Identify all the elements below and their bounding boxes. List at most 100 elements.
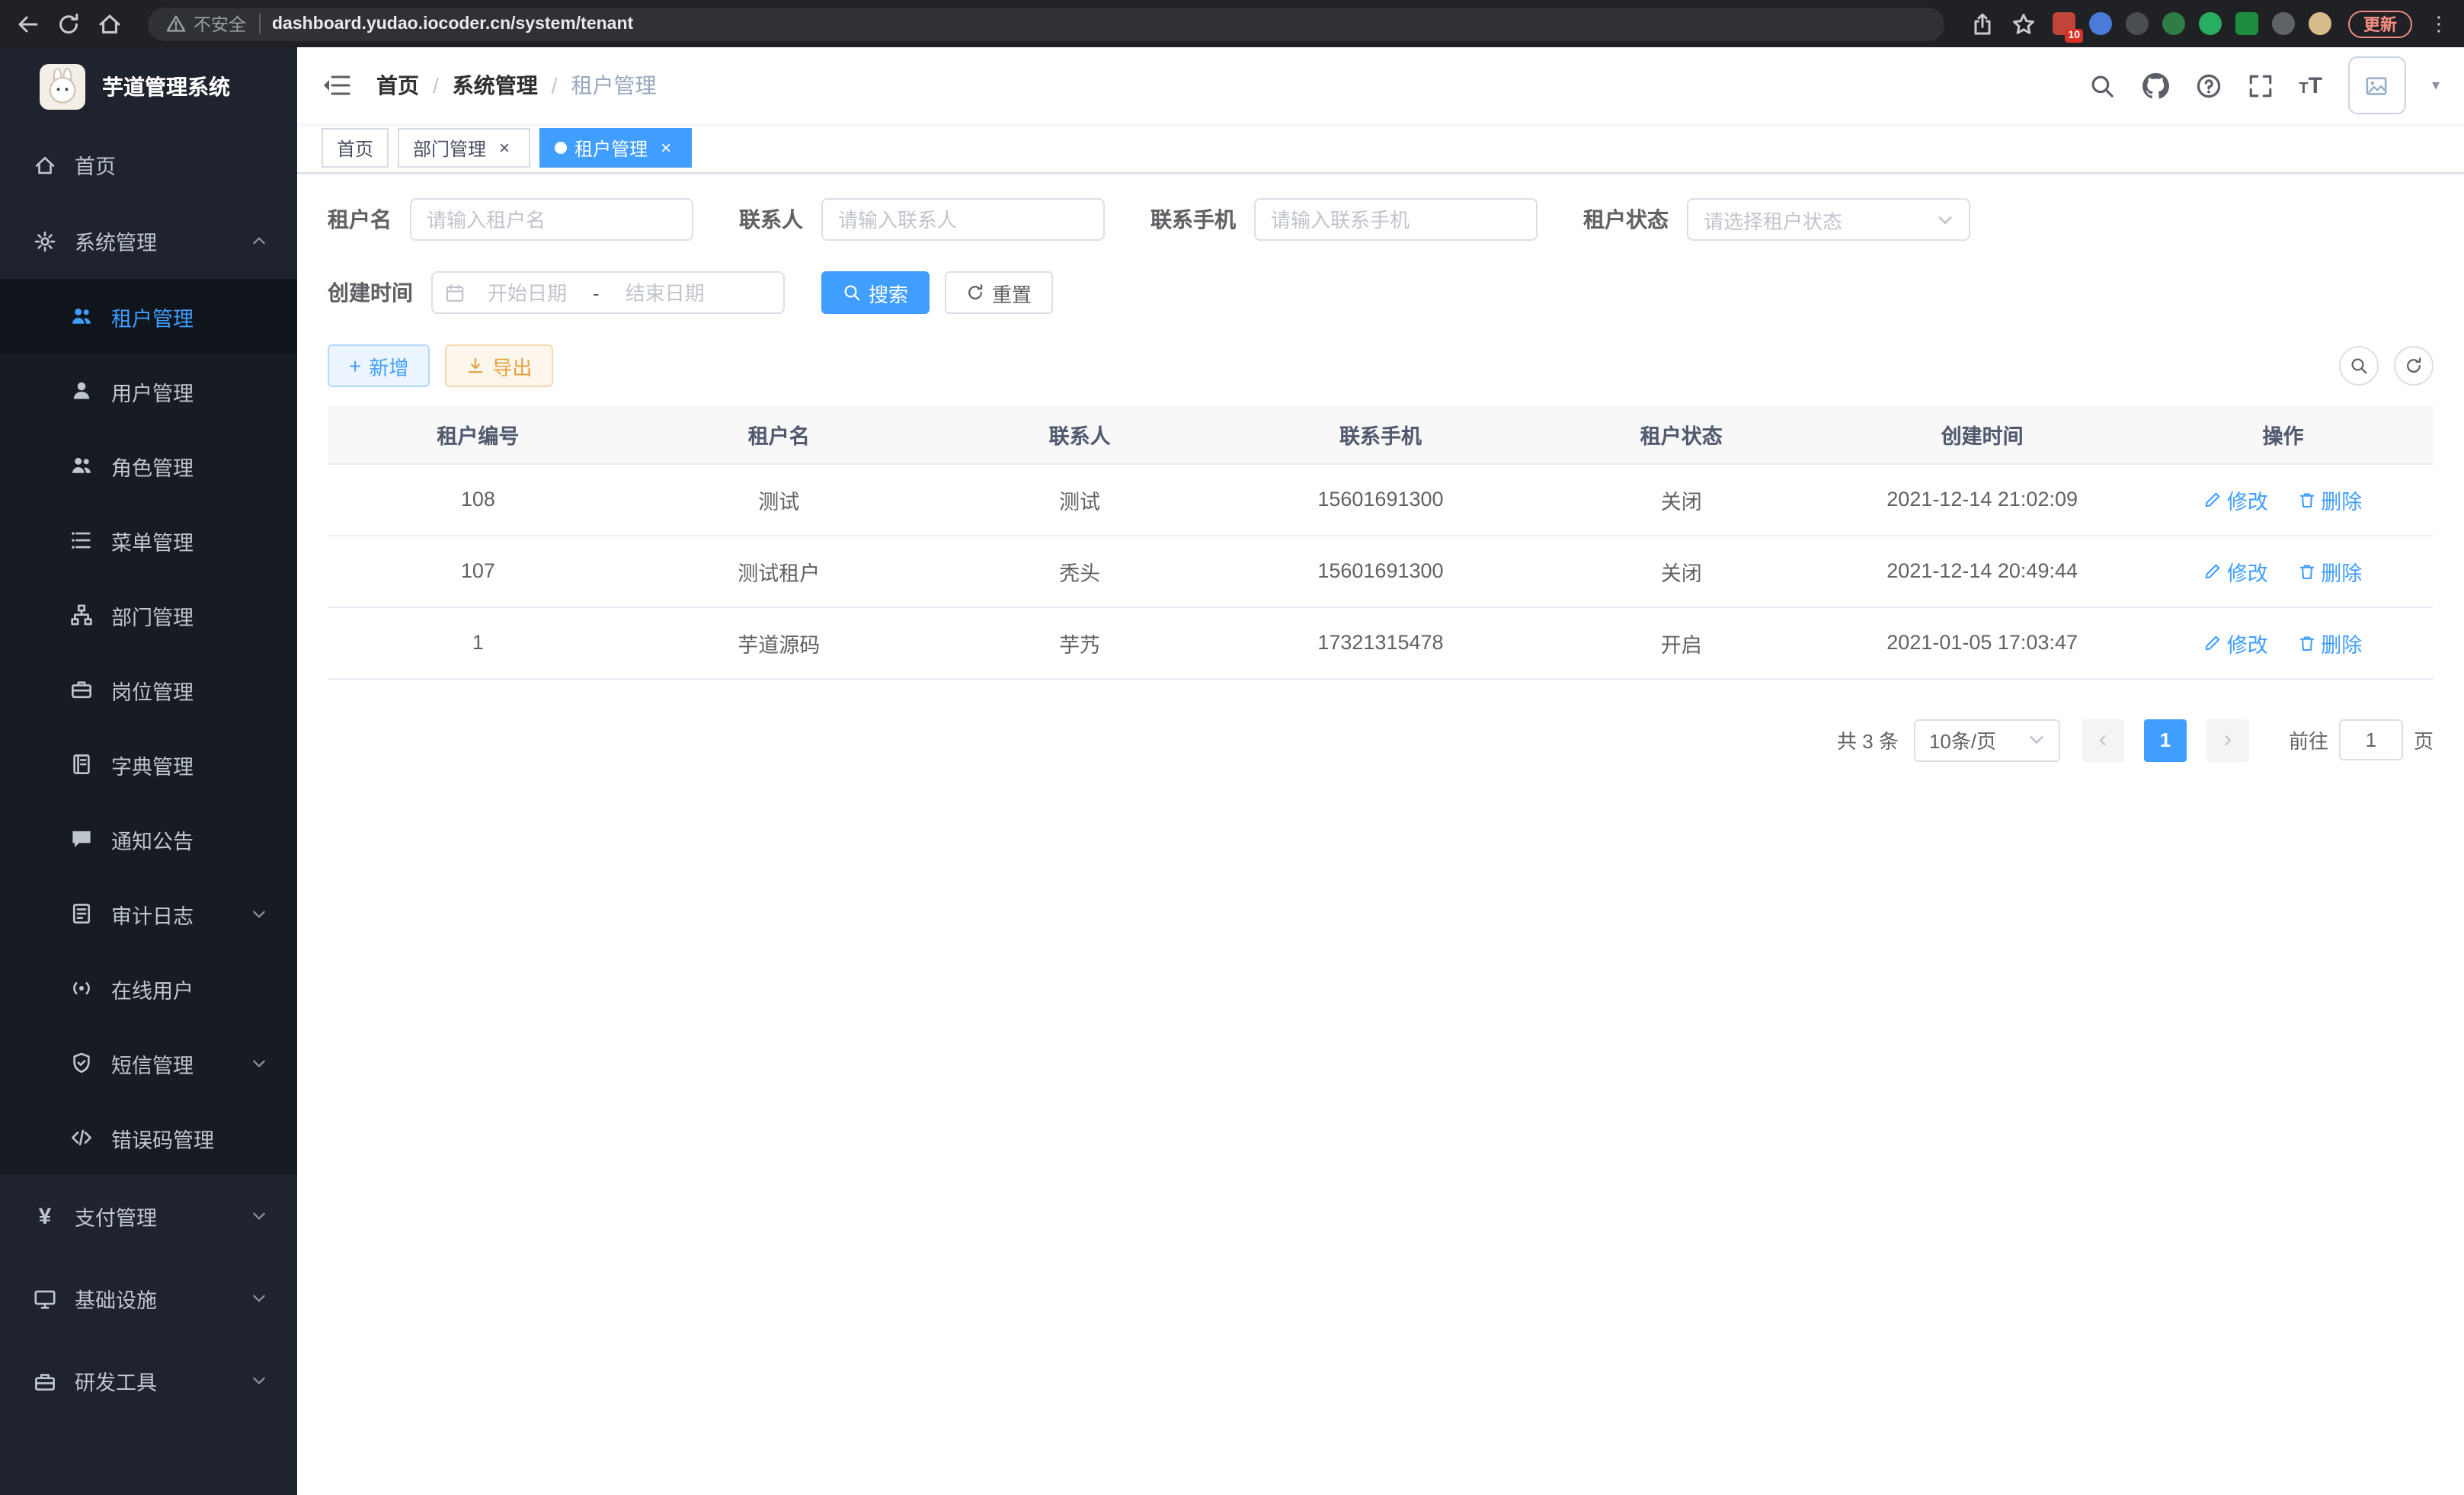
extension-icon-1[interactable]: 10: [2053, 12, 2075, 35]
page-size-select[interactable]: 10条/页: [1914, 719, 2060, 761]
sidebar-item-sms[interactable]: 短信管理: [0, 1026, 297, 1100]
close-icon[interactable]: ×: [655, 137, 677, 158]
page-size-value: 10条/页: [1929, 725, 1996, 754]
sidebar-item-dev-tools[interactable]: 研发工具: [0, 1340, 297, 1422]
delete-link[interactable]: 删除: [2298, 627, 2362, 658]
bookmark-star-icon[interactable]: [2011, 11, 2036, 36]
extension-icon-5[interactable]: [2199, 12, 2222, 35]
app-logo[interactable]: 芋道管理系统: [0, 47, 297, 126]
rabbit-icon: [43, 67, 82, 107]
page-number-button[interactable]: 1: [2144, 719, 2187, 761]
sidebar-item-system[interactable]: 系统管理: [0, 203, 297, 279]
delete-label: 删除: [2321, 484, 2362, 514]
next-page-button[interactable]: ›: [2206, 719, 2249, 761]
user-menu-caret-icon[interactable]: ▾: [2432, 77, 2440, 94]
sidebar-item-online-user[interactable]: 在线用户: [0, 951, 297, 1026]
reset-button[interactable]: 重置: [945, 271, 1053, 314]
search-button[interactable]: 搜索: [821, 271, 930, 314]
toggle-search-button[interactable]: [2339, 346, 2379, 386]
help-icon[interactable]: [2195, 72, 2221, 98]
prev-page-button[interactable]: ‹: [2082, 719, 2124, 761]
app: 芋道管理系统 首页 系统管理 租户管理: [0, 47, 2464, 1495]
sidebar-item-dept[interactable]: 部门管理: [0, 578, 297, 652]
start-date-input[interactable]: [465, 281, 590, 304]
sidebar-item-pay[interactable]: ¥ 支付管理: [0, 1175, 297, 1257]
delete-link[interactable]: 删除: [2298, 555, 2362, 586]
sidebar-item-role[interactable]: 角色管理: [0, 428, 297, 503]
refresh-table-button[interactable]: [2394, 346, 2434, 386]
date-range-picker[interactable]: -: [431, 271, 785, 314]
extension-icon-4[interactable]: [2162, 12, 2185, 35]
tenant-table: 租户编号 租户名 联系人 联系手机 租户状态 创建时间 操作 108 测试: [328, 405, 2434, 679]
phone-input[interactable]: [1254, 198, 1538, 241]
user-avatar[interactable]: [2348, 56, 2406, 114]
sidebar-item-menu[interactable]: 菜单管理: [0, 503, 297, 578]
tab-tenant[interactable]: 租户管理 ×: [539, 128, 692, 168]
filter-phone: 联系手机: [1150, 198, 1538, 241]
sidebar-item-notice[interactable]: 通知公告: [0, 802, 297, 876]
column-contact: 联系人: [930, 405, 1230, 463]
search-button-label: 搜索: [869, 278, 908, 307]
cell-status: 关闭: [1531, 463, 1832, 535]
add-button[interactable]: + 新增: [328, 344, 430, 387]
security-status[interactable]: 不安全: [166, 11, 246, 36]
tab-dept[interactable]: 部门管理 ×: [398, 128, 530, 168]
edit-link[interactable]: 修改: [2204, 484, 2268, 514]
edit-link[interactable]: 修改: [2204, 555, 2268, 586]
monitor-icon: [34, 1287, 56, 1310]
hamburger-icon[interactable]: [322, 70, 352, 101]
browser-profile-avatar[interactable]: [2309, 12, 2331, 35]
extension-icon-2[interactable]: [2089, 12, 2112, 35]
edit-link[interactable]: 修改: [2204, 627, 2268, 658]
share-icon[interactable]: [1970, 11, 1995, 36]
contact-input[interactable]: [821, 198, 1105, 241]
security-label: 不安全: [194, 11, 246, 36]
export-button[interactable]: 导出: [445, 344, 553, 387]
reload-icon[interactable]: [56, 11, 81, 36]
home-nav-icon[interactable]: [98, 11, 122, 36]
browser-menu-icon[interactable]: ⋮: [2429, 14, 2449, 34]
delete-link[interactable]: 删除: [2298, 484, 2362, 514]
breadcrumb-home[interactable]: 首页: [376, 70, 419, 101]
extension-icon-6[interactable]: [2235, 12, 2258, 35]
extension-icon-3[interactable]: [2126, 12, 2149, 35]
menu-label: 菜单管理: [111, 525, 194, 555]
browser-update-button[interactable]: 更新: [2348, 10, 2412, 37]
font-size-icon[interactable]: TT: [2299, 74, 2322, 97]
sidebar-item-user[interactable]: 用户管理: [0, 354, 297, 428]
cell-tenant-id: 107: [328, 535, 629, 607]
extension-icon-7[interactable]: [2272, 12, 2295, 35]
extensions-cluster: 10: [2053, 12, 2331, 35]
tenant-name-input[interactable]: [410, 198, 693, 241]
pagination: 共 3 条 10条/页 ‹ 1 › 前往 页: [328, 719, 2434, 761]
sidebar-item-infra[interactable]: 基础设施: [0, 1257, 297, 1340]
delete-label: 删除: [2321, 555, 2362, 586]
sidebar-item-error-code[interactable]: 错误码管理: [0, 1100, 297, 1175]
logo-rabbit-avatar: [40, 64, 85, 110]
sidebar-item-dict[interactable]: 字典管理: [0, 727, 297, 802]
back-icon[interactable]: [15, 11, 40, 36]
omnibox-divider: [258, 14, 260, 34]
sidebar-item-tenant[interactable]: 租户管理: [0, 279, 297, 354]
search-icon[interactable]: [2088, 72, 2114, 98]
goto-page-input[interactable]: [2339, 719, 2403, 760]
breadcrumb-system[interactable]: 系统管理: [453, 70, 538, 101]
github-icon[interactable]: [2140, 71, 2169, 100]
filter-created: 创建时间 -: [328, 271, 785, 314]
end-date-input[interactable]: [603, 281, 728, 304]
sidebar-item-home[interactable]: 首页: [0, 126, 297, 203]
briefcase-icon: [70, 678, 93, 701]
search-icon: [843, 283, 861, 302]
sidebar-item-audit-log[interactable]: 审计日志: [0, 876, 297, 951]
sidebar: 芋道管理系统 首页 系统管理 租户管理: [0, 47, 297, 1495]
sidebar-item-post[interactable]: 岗位管理: [0, 652, 297, 727]
fullscreen-icon[interactable]: [2247, 72, 2273, 98]
search-icon: [2350, 357, 2368, 375]
system-submenu: 租户管理 用户管理 角色管理 菜单管理: [0, 279, 297, 1175]
close-icon[interactable]: ×: [494, 137, 515, 158]
phone-label: 联系手机: [1150, 204, 1236, 235]
url-bar[interactable]: 不安全 dashboard.yudao.iocoder.cn/system/te…: [148, 7, 1944, 40]
status-select[interactable]: 请选择租户状态: [1687, 198, 1970, 241]
column-created: 创建时间: [1832, 405, 2133, 463]
tab-home[interactable]: 首页: [322, 128, 389, 168]
